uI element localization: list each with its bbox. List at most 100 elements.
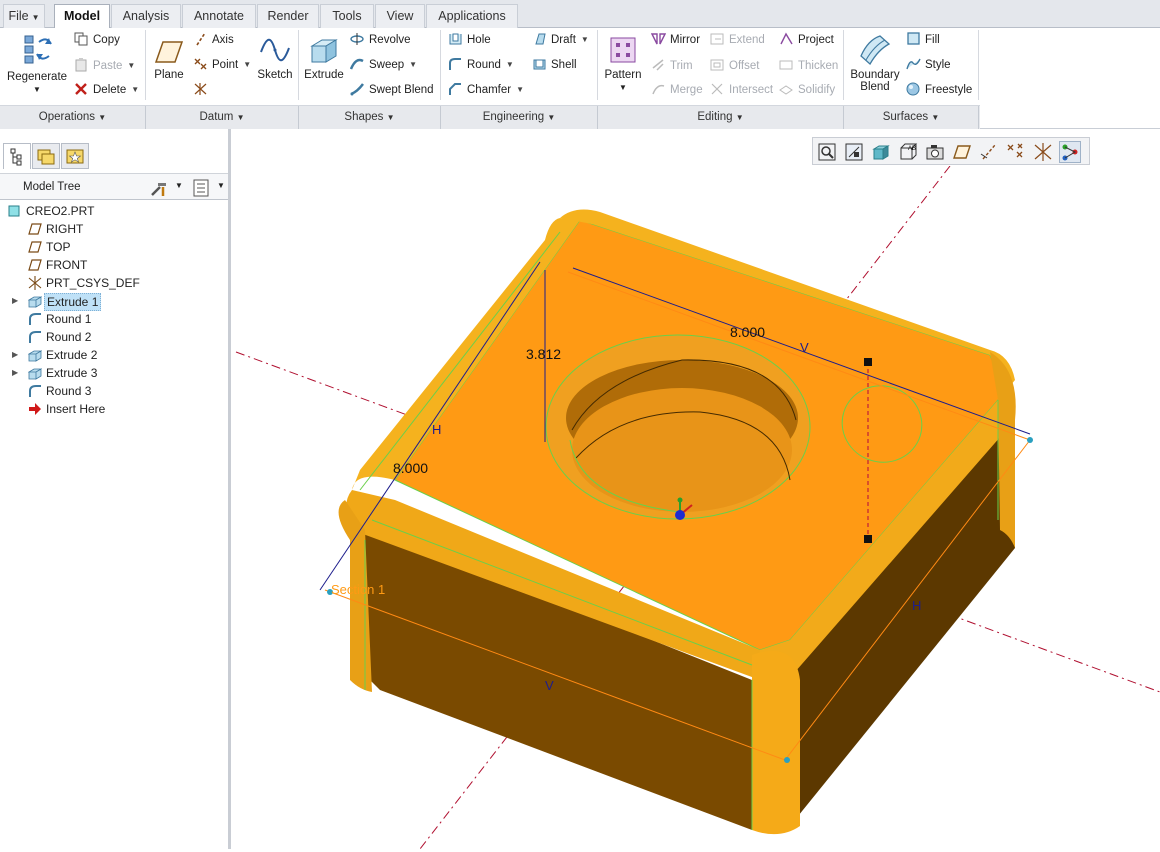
- project-icon: [780, 32, 793, 45]
- dimension-left-value[interactable]: 8.000: [393, 460, 428, 476]
- expand-arrow-icon[interactable]: ▶: [12, 292, 18, 310]
- tab-model[interactable]: Model: [54, 4, 110, 29]
- graphics-window[interactable]: 8.000 3.812 8.000 Section 1 H V V H: [234, 165, 1160, 850]
- annotation-display-button[interactable]: [1059, 141, 1081, 163]
- datum-display-button[interactable]: [951, 141, 973, 163]
- sketch-icon: [260, 38, 290, 62]
- insert-arrow-icon: [29, 403, 41, 415]
- favorites-icon: [66, 149, 84, 164]
- saved-orientations-button[interactable]: AB: [897, 141, 919, 163]
- csys-button[interactable]: [193, 80, 212, 100]
- sketch-button[interactable]: Sketch: [254, 34, 296, 81]
- dimension-top-value[interactable]: 8.000: [730, 324, 765, 340]
- tab-annotate[interactable]: Annotate: [182, 4, 256, 28]
- tab-folder-browser[interactable]: [32, 143, 60, 169]
- tab-tools[interactable]: Tools: [320, 4, 374, 28]
- regenerate-icon: [24, 35, 52, 64]
- datum-plane-icon: [28, 223, 42, 235]
- group-datum[interactable]: Datum ▼: [146, 106, 299, 129]
- tab-model-tree[interactable]: [3, 143, 31, 169]
- mirror-icon: [651, 33, 666, 45]
- expand-arrow-icon[interactable]: ▶: [12, 364, 18, 382]
- axis-button[interactable]: Axis: [193, 30, 234, 50]
- view-manager-button[interactable]: [924, 141, 946, 163]
- expand-arrow-icon[interactable]: ▶: [12, 346, 18, 364]
- extrude-button[interactable]: Extrude: [303, 34, 345, 81]
- style-button[interactable]: Style: [906, 55, 951, 75]
- solidify-button[interactable]: Solidify: [779, 80, 835, 100]
- drag-handle[interactable]: [864, 535, 872, 543]
- axis-display-button[interactable]: [978, 141, 1000, 163]
- csys-display-button[interactable]: [1032, 141, 1054, 163]
- group-engineering[interactable]: Engineering ▼: [441, 106, 598, 129]
- freestyle-button[interactable]: Freestyle: [906, 80, 972, 100]
- tab-view[interactable]: View: [375, 4, 425, 28]
- point-display-button[interactable]: [1005, 141, 1027, 163]
- swept-blend-icon: [350, 83, 364, 96]
- draft-button[interactable]: Draft ▼: [532, 30, 589, 50]
- annotation-display-icon: [1062, 144, 1078, 161]
- regenerate-button[interactable]: Regenerate ▼: [6, 32, 68, 95]
- group-editing[interactable]: Editing ▼: [598, 106, 844, 129]
- merge-icon: [652, 84, 665, 95]
- tab-applications[interactable]: Applications: [426, 4, 518, 28]
- display-style-button[interactable]: [870, 141, 892, 163]
- datum-plane-icon: [28, 259, 42, 271]
- zoom-in-button[interactable]: [843, 141, 865, 163]
- sketch-constraint-v: V: [545, 678, 554, 693]
- pattern-button[interactable]: Pattern ▼: [601, 34, 645, 93]
- regenerate-label: Regenerate: [6, 71, 68, 83]
- sweep-icon: [350, 58, 364, 70]
- section-label: Section 1: [331, 582, 385, 597]
- delete-icon: [75, 83, 87, 95]
- round-icon: [29, 385, 41, 397]
- sketch-vertex: [784, 757, 790, 763]
- tab-analysis[interactable]: Analysis: [111, 4, 181, 28]
- trim-button[interactable]: Trim: [651, 56, 693, 76]
- offset-button[interactable]: Offset: [710, 56, 759, 76]
- thicken-button[interactable]: Thicken: [779, 56, 838, 76]
- tab-render[interactable]: Render: [257, 4, 319, 28]
- point-display-icon: [1007, 143, 1023, 158]
- revolve-button[interactable]: Revolve: [350, 30, 411, 50]
- intersect-button[interactable]: Intersect: [710, 80, 773, 100]
- settings-tools-icon[interactable]: [149, 178, 171, 198]
- intersect-icon: [711, 83, 723, 95]
- thicken-icon: [779, 60, 793, 70]
- round-button[interactable]: Round ▼: [448, 55, 514, 75]
- swept-blend-button[interactable]: Swept Blend: [350, 80, 434, 100]
- group-operations[interactable]: Operations ▼: [0, 106, 146, 129]
- group-surfaces[interactable]: Surfaces ▼: [844, 106, 979, 129]
- hole-button[interactable]: Hole: [448, 30, 491, 50]
- part-icon: [8, 205, 20, 217]
- copy-button[interactable]: Copy: [74, 30, 120, 50]
- chamfer-button[interactable]: Chamfer ▼: [448, 80, 524, 100]
- boundary-blend-button[interactable]: Boundary Blend: [847, 32, 903, 93]
- separator: [843, 30, 844, 100]
- sweep-button[interactable]: Sweep ▼: [350, 55, 417, 75]
- show-list-icon[interactable]: [192, 178, 210, 198]
- tab-file[interactable]: File ▼: [3, 4, 45, 28]
- project-button[interactable]: Project: [779, 30, 834, 50]
- drag-handle[interactable]: [864, 358, 872, 366]
- plane-button[interactable]: Plane: [150, 38, 188, 81]
- ribbon-tab-bar: File ▼ Model Analysis Annotate Render Too…: [0, 0, 1160, 29]
- dimension-height-value[interactable]: 3.812: [526, 346, 561, 362]
- group-shapes[interactable]: Shapes ▼: [299, 106, 441, 129]
- round-icon: [29, 313, 41, 325]
- shell-button[interactable]: Shell: [532, 55, 577, 75]
- mirror-button[interactable]: Mirror: [651, 30, 700, 50]
- settings-dropdown-icon[interactable]: ▼: [175, 181, 183, 190]
- trim-icon: [652, 59, 664, 71]
- sketch-constraint-h: H: [912, 598, 921, 613]
- extend-button[interactable]: Extend: [710, 30, 765, 50]
- show-dropdown-icon[interactable]: ▼: [217, 181, 225, 190]
- point-button[interactable]: Point ▼: [193, 55, 251, 75]
- paste-button[interactable]: Paste ▼: [74, 56, 135, 76]
- delete-button[interactable]: Delete ▼: [74, 80, 139, 100]
- tab-favorites[interactable]: [61, 143, 89, 169]
- merge-button[interactable]: Merge: [651, 80, 703, 100]
- point-icon: [194, 58, 207, 70]
- fill-button[interactable]: Fill: [906, 30, 940, 50]
- refit-button[interactable]: [816, 141, 838, 163]
